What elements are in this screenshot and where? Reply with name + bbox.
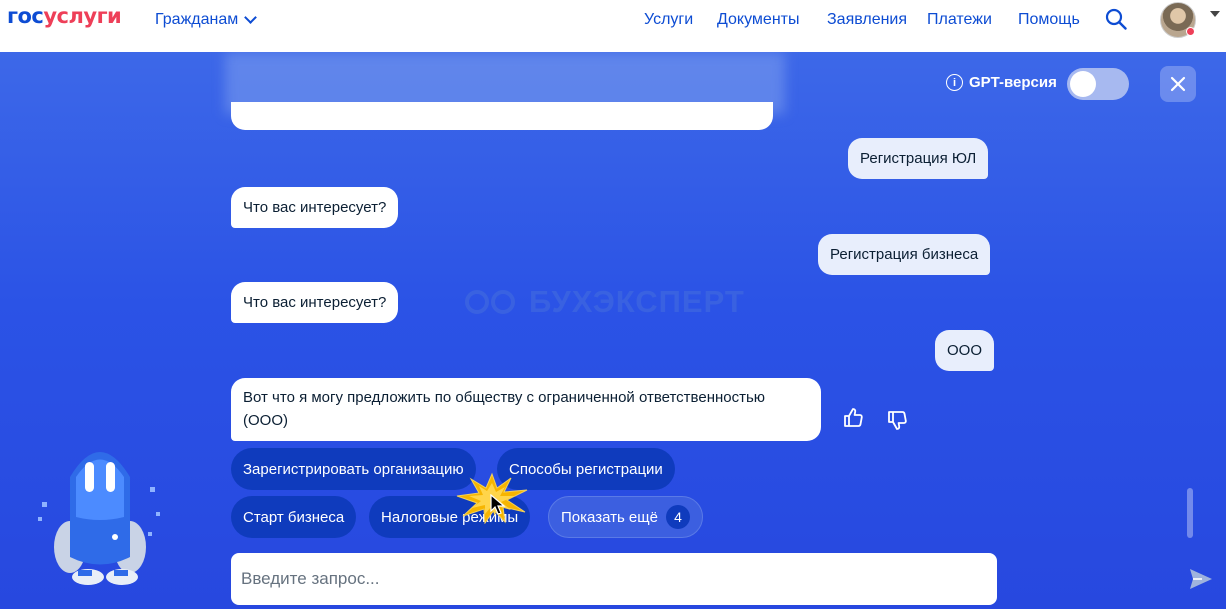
chat-input-box: [231, 553, 1212, 605]
watermark-logo-icon: [465, 290, 515, 314]
toggle-knob: [1070, 71, 1096, 97]
profile-chevron-icon[interactable]: [1210, 11, 1220, 17]
send-icon[interactable]: [1188, 567, 1214, 591]
search-icon[interactable]: [1105, 8, 1127, 30]
bot-message: Что вас интересует?: [231, 187, 399, 228]
message-bubble-partial: [231, 102, 773, 130]
chevron-down-icon: [244, 11, 258, 24]
thumbs-down-icon[interactable]: [885, 408, 909, 432]
info-icon[interactable]: i: [946, 74, 963, 91]
chip-show-more[interactable]: Показать ещё 4: [548, 496, 703, 538]
chip-business-start[interactable]: Старт бизнеса: [231, 496, 357, 538]
bot-message: Что вас интересует?: [231, 282, 399, 323]
show-more-label: Показать ещё: [561, 508, 658, 526]
close-icon: [1170, 76, 1186, 92]
gpt-toggle[interactable]: [1067, 68, 1129, 100]
nav-services[interactable]: Услуги: [644, 11, 693, 29]
show-more-count: 4: [665, 505, 690, 529]
citizens-label: Гражданам: [155, 11, 239, 28]
robot-mascot: [38, 452, 160, 585]
watermark-text: БУХЭКСПЕРТ: [529, 284, 745, 319]
logo-part-1: гос: [7, 4, 44, 28]
notification-dot: [1186, 27, 1195, 36]
chat-panel: i GPT-версия БУХЭКСПЕРТ Регистрация ЮЛ Ч…: [0, 52, 1226, 609]
nav-applications[interactable]: Заявления: [827, 11, 907, 29]
close-button[interactable]: [1160, 66, 1196, 102]
nav-documents[interactable]: Документы: [717, 11, 799, 29]
chat-input[interactable]: [241, 553, 941, 605]
watermark: БУХЭКСПЕРТ: [465, 284, 745, 320]
chip-register-organization[interactable]: Зарегистрировать организацию: [231, 448, 476, 490]
scrollbar[interactable]: [1187, 488, 1193, 538]
user-message: ООО: [935, 330, 995, 371]
user-message: Регистрация ЮЛ: [848, 138, 989, 179]
citizens-menu[interactable]: Гражданам: [155, 11, 258, 29]
nav-help[interactable]: Помощь: [1018, 11, 1080, 29]
bot-message: Вот что я могу предложить по обществу с …: [231, 378, 821, 441]
gpt-version-label: i GPT-версия: [946, 74, 1057, 91]
gpt-label-text: GPT-версия: [969, 74, 1057, 91]
top-navigation-bar: госуслуги Гражданам Услуги Документы Зая…: [0, 0, 1226, 52]
thumbs-up-icon[interactable]: [841, 406, 865, 430]
mouse-cursor-icon: [490, 494, 506, 515]
gosuslugi-logo[interactable]: госуслуги: [7, 4, 122, 28]
nav-payments[interactable]: Платежи: [927, 11, 992, 29]
logo-part-2: услуги: [43, 4, 122, 28]
user-message: Регистрация бизнеса: [818, 234, 991, 275]
